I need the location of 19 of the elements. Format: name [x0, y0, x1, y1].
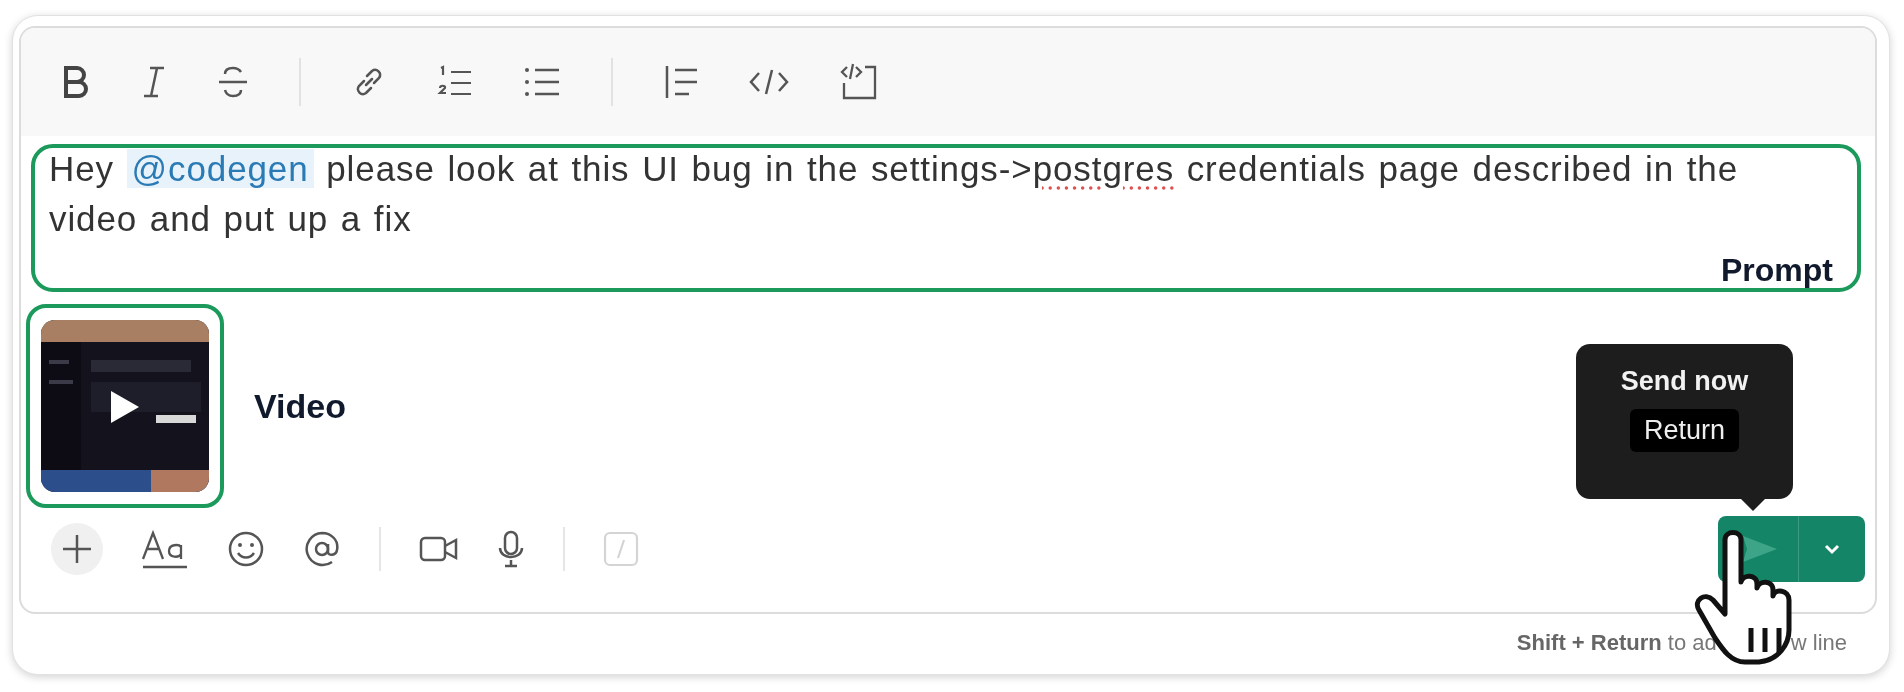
microphone-icon[interactable] — [497, 530, 525, 568]
blockquote-icon[interactable] — [663, 64, 699, 100]
emoji-icon[interactable] — [227, 530, 265, 568]
text-format-icon[interactable] — [141, 529, 189, 569]
message-text[interactable]: Hey @codegen please look at this UI bug in the settings->postgres credentials page described in the video and put up a fix — [49, 144, 1785, 244]
tooltip-title: Send now — [1620, 366, 1749, 397]
video-camera-icon[interactable] — [419, 534, 459, 564]
mention-icon[interactable] — [303, 530, 341, 568]
keyboard-shortcut: Return — [1629, 409, 1739, 452]
mention-link[interactable]: @codegen — [126, 149, 314, 188]
italic-icon[interactable] — [141, 65, 167, 99]
plus-icon[interactable] — [51, 523, 103, 575]
bold-icon[interactable] — [61, 65, 91, 99]
annotation-label: Prompt — [1721, 252, 1833, 288]
strikethrough-icon[interactable] — [217, 65, 249, 99]
annotation-label: Video — [254, 386, 346, 426]
code-block-icon[interactable] — [839, 63, 879, 101]
code-icon[interactable] — [749, 67, 789, 97]
hint-text: w line — [1790, 630, 1847, 656]
